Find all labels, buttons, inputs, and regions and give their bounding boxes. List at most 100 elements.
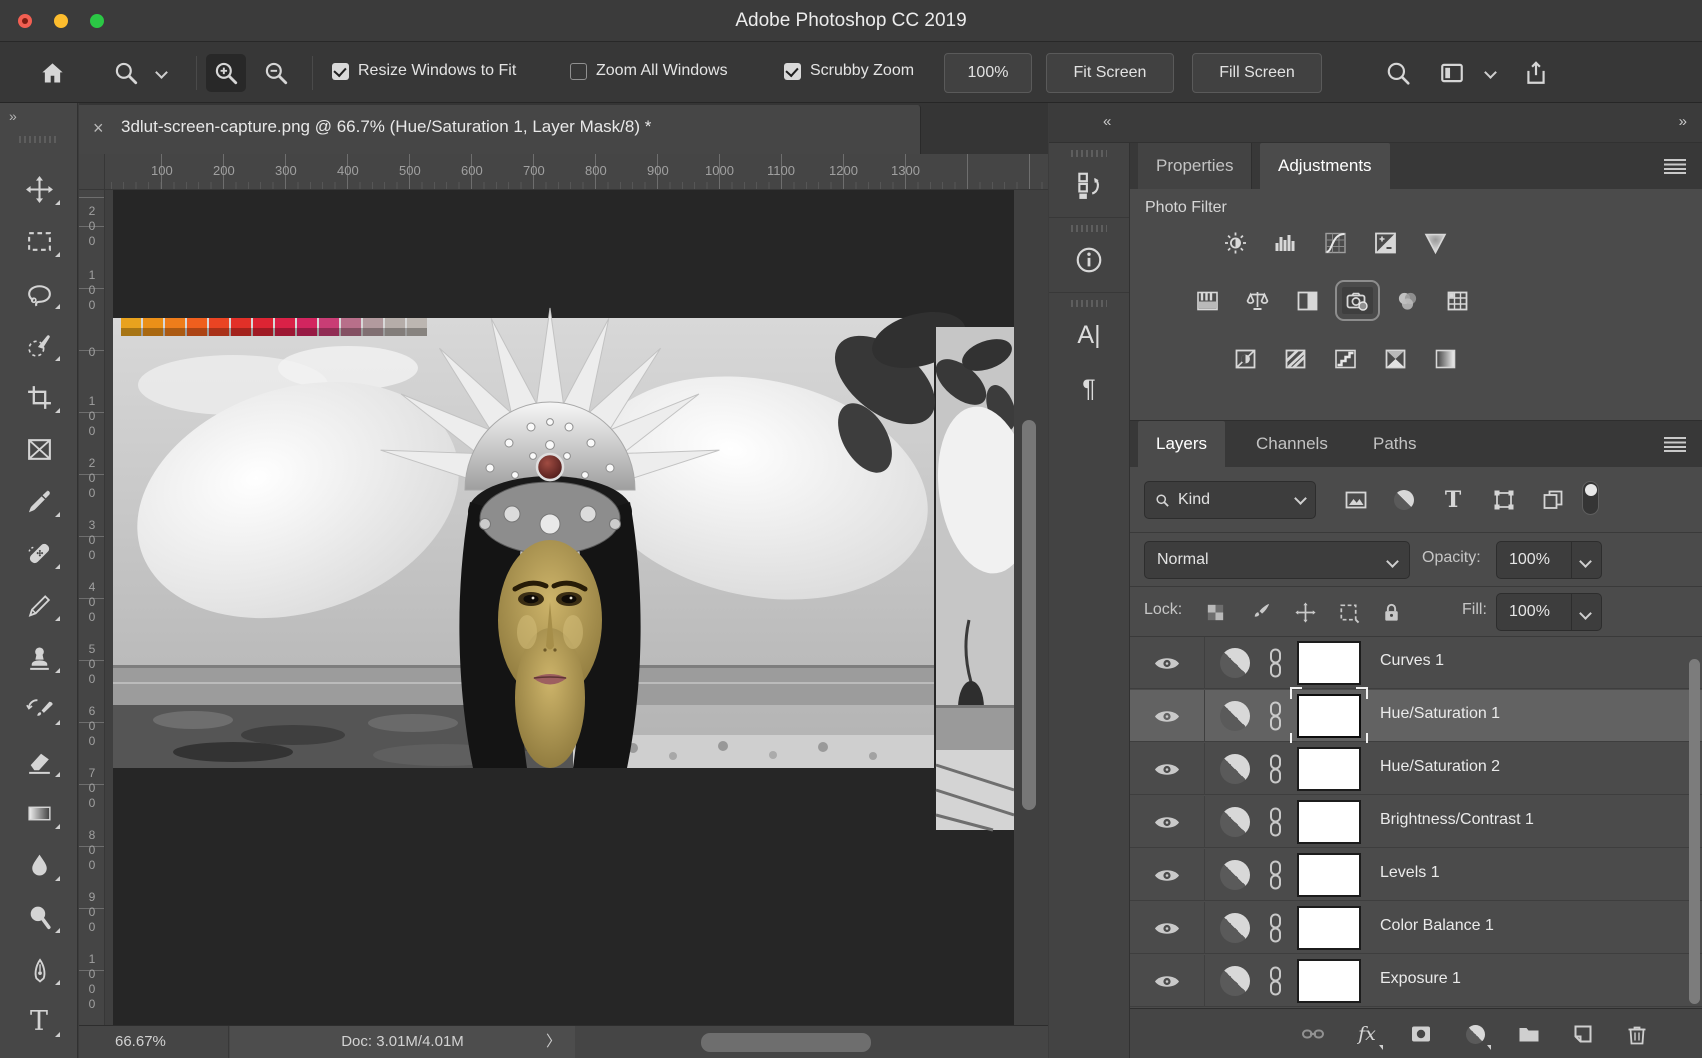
tab-channels[interactable]: Channels [1238, 421, 1346, 467]
maximize-window-button[interactable] [90, 14, 104, 28]
lock-artboard-icon[interactable] [1335, 599, 1361, 625]
visibility-toggle[interactable] [1130, 902, 1205, 954]
zoom-all-windows-checkbox[interactable]: Zoom All Windows [570, 62, 728, 80]
tool-move[interactable] [14, 167, 64, 211]
history-icon[interactable] [1071, 165, 1107, 205]
tab-paths[interactable]: Paths [1355, 421, 1434, 467]
lock-position-icon[interactable] [1292, 599, 1318, 625]
tool-dodge[interactable] [14, 895, 64, 939]
panel-grip[interactable] [1071, 150, 1107, 157]
layer-mask-thumbnail[interactable] [1297, 800, 1361, 844]
tool-gradient[interactable] [14, 791, 64, 835]
canvas-viewport[interactable] [105, 190, 1048, 1025]
visibility-toggle[interactable] [1130, 743, 1205, 795]
layer-mask-thumbnail[interactable] [1297, 641, 1361, 685]
curves-icon[interactable] [1320, 229, 1351, 256]
add-mask-button[interactable] [1406, 1021, 1436, 1047]
gradient-map-icon[interactable] [1430, 345, 1461, 372]
checkbox-box[interactable] [570, 63, 587, 80]
link-layers-button[interactable] [1298, 1021, 1328, 1047]
tab-layers[interactable]: Layers [1138, 421, 1225, 467]
blend-mode-select[interactable]: Normal [1144, 541, 1410, 579]
panel-menu-icon[interactable] [1664, 437, 1686, 452]
adjustment-thumbnail[interactable] [1220, 701, 1250, 731]
tool-crop[interactable] [14, 375, 64, 419]
ruler-corner[interactable] [79, 154, 105, 190]
tab-adjustments[interactable]: Adjustments [1260, 143, 1390, 189]
layer-mask-thumbnail[interactable] [1297, 853, 1361, 897]
opacity-value[interactable]: 100% [1509, 551, 1550, 569]
workspace-button[interactable] [1432, 54, 1472, 92]
layer-row[interactable]: Brightness/Contrast 1 [1130, 796, 1702, 848]
filter-kind-select[interactable]: Kind [1144, 481, 1316, 519]
brightness-contrast-icon[interactable] [1220, 229, 1251, 256]
layer-row[interactable]: Color Balance 1 [1130, 902, 1702, 954]
visibility-toggle[interactable] [1130, 796, 1205, 848]
tool-rectangular-marquee[interactable] [14, 219, 64, 263]
zoom-level-field[interactable]: 66.67% [79, 1026, 229, 1058]
vertical-ruler[interactable]: 200100 0100 200300 400500 600700 800900 … [79, 190, 105, 1025]
tool-eraser[interactable] [14, 739, 64, 783]
expand-tools-icon[interactable]: » [9, 108, 15, 124]
fill-field[interactable]: 100% [1496, 593, 1602, 631]
visibility-toggle[interactable] [1130, 690, 1205, 742]
photo-filter-icon[interactable] [1342, 287, 1373, 314]
posterize-icon[interactable] [1280, 345, 1311, 372]
layer-name[interactable]: Hue/Saturation 2 [1380, 758, 1500, 776]
visibility-toggle[interactable] [1130, 849, 1205, 901]
layer-row[interactable]: Exposure 1 [1130, 955, 1702, 1007]
filter-smart-object-icon[interactable] [1539, 487, 1567, 513]
zoom-100-button[interactable]: 100% [944, 53, 1032, 93]
layer-name[interactable]: Hue/Saturation 1 [1380, 705, 1500, 723]
color-balance-icon[interactable] [1242, 287, 1273, 314]
minimize-window-button[interactable] [54, 14, 68, 28]
zoom-in-button[interactable] [206, 54, 246, 92]
layer-name[interactable]: Exposure 1 [1380, 970, 1461, 988]
levels-icon[interactable] [1270, 229, 1301, 256]
fill-dropdown[interactable] [1571, 594, 1601, 630]
vibrance-icon[interactable] [1420, 229, 1451, 256]
close-tab-icon[interactable]: × [93, 118, 104, 139]
tool-frame[interactable] [14, 427, 64, 471]
tool-lasso[interactable] [14, 271, 64, 315]
checkbox-box[interactable] [784, 63, 801, 80]
tool-pen[interactable] [14, 947, 64, 991]
layer-mask-thumbnail[interactable] [1297, 694, 1361, 738]
tool-quick-selection[interactable] [14, 323, 64, 367]
layer-style-button[interactable]: fx [1352, 1021, 1382, 1047]
layer-mask-thumbnail[interactable] [1297, 906, 1361, 950]
horizontal-scrollbar[interactable] [701, 1033, 871, 1052]
chevron-down-icon[interactable] [1484, 66, 1497, 79]
layer-name[interactable]: Brightness/Contrast 1 [1380, 811, 1534, 829]
fill-screen-button[interactable]: Fill Screen [1192, 53, 1322, 93]
new-adjustment-button[interactable] [1460, 1021, 1490, 1047]
filter-shape-icon[interactable] [1490, 487, 1518, 513]
hue-saturation-icon[interactable] [1192, 287, 1223, 314]
layer-name[interactable]: Color Balance 1 [1380, 917, 1494, 935]
tool-eyedropper[interactable] [14, 479, 64, 523]
checkbox-box[interactable] [332, 63, 349, 80]
layer-mask-thumbnail[interactable] [1297, 747, 1361, 791]
status-menu-arrow[interactable]: 〉 [546, 1026, 561, 1058]
adjustment-thumbnail[interactable] [1220, 913, 1250, 943]
opacity-dropdown[interactable] [1571, 542, 1601, 578]
scrubby-zoom-checkbox[interactable]: Scrubby Zoom [784, 62, 914, 80]
new-layer-button[interactable] [1568, 1021, 1598, 1047]
adjustment-thumbnail[interactable] [1220, 966, 1250, 996]
filter-image-icon[interactable] [1342, 487, 1370, 513]
zoom-out-button[interactable] [256, 54, 296, 92]
resize-windows-checkbox[interactable]: Resize Windows to Fit [332, 62, 516, 80]
tool-history-brush[interactable] [14, 687, 64, 731]
black-white-icon[interactable] [1292, 287, 1323, 314]
layer-name[interactable]: Levels 1 [1380, 864, 1440, 882]
layer-row-selected[interactable]: Hue/Saturation 1 [1130, 690, 1702, 742]
tab-properties[interactable]: Properties [1138, 143, 1252, 189]
home-button[interactable] [32, 54, 72, 92]
color-lookup-icon[interactable] [1442, 287, 1473, 314]
selective-color-icon[interactable] [1380, 345, 1411, 372]
layer-row[interactable]: Hue/Saturation 2 [1130, 743, 1702, 795]
panel-grip[interactable] [1071, 300, 1107, 307]
adjustment-thumbnail[interactable] [1220, 754, 1250, 784]
filter-type-icon[interactable]: T [1439, 487, 1467, 513]
tool-type[interactable]: T [14, 999, 64, 1043]
